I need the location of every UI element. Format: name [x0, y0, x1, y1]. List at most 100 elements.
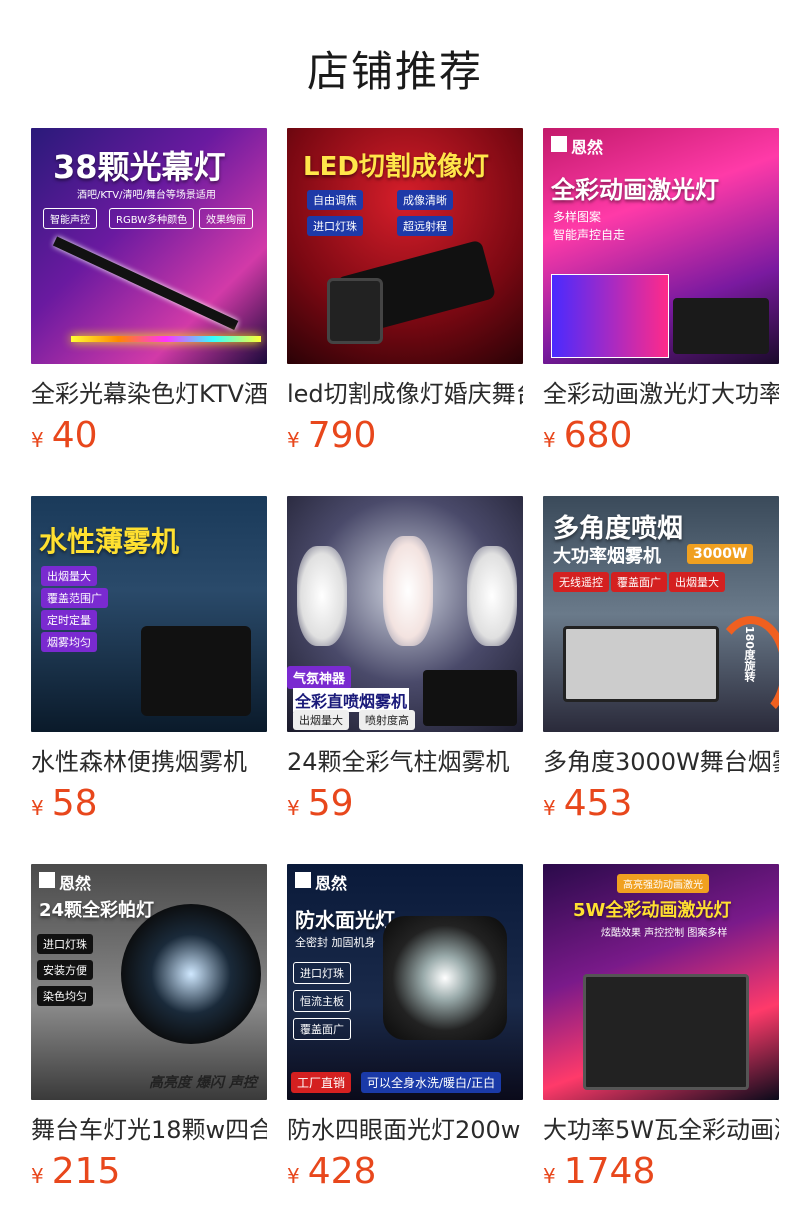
image-headline: 全彩动画激光灯 — [551, 176, 719, 204]
laser-device-icon — [583, 974, 749, 1090]
price-amount: 453 — [563, 783, 633, 824]
image-tag: 覆盖面广 — [611, 572, 667, 592]
product-image[interactable]: 高亮强劲动画激光 5W全彩动画激光灯 炫酷效果 声控控制 图案多样 — [543, 864, 779, 1100]
product-price: ¥58 — [31, 784, 267, 830]
currency-symbol: ¥ — [31, 796, 44, 820]
currency-symbol: ¥ — [287, 796, 300, 820]
product-price: ¥40 — [31, 416, 267, 462]
product-image[interactable]: 38颗光幕灯 酒吧/KTV/清吧/舞台等场景适用 智能声控 RGBW多种颜色 效… — [31, 128, 267, 364]
page-title: 店铺推荐 — [306, 47, 483, 96]
image-headline: 24颗全彩帕灯 — [39, 900, 155, 921]
image-tag: 超远射程 — [397, 216, 453, 236]
fog-machine-icon — [423, 670, 517, 726]
product-card[interactable]: 38颗光幕灯 酒吧/KTV/清吧/舞台等场景适用 智能声控 RGBW多种颜色 效… — [31, 128, 267, 496]
product-card[interactable]: 多角度喷烟 大功率烟雾机 3000W 无线遥控 覆盖面广 出烟量大 180度旋转… — [543, 496, 779, 864]
power-badge: 3000W — [687, 544, 754, 564]
image-tag: RGBW多种颜色 — [109, 208, 195, 229]
currency-symbol: ¥ — [543, 1164, 556, 1188]
image-footer: 高亮度 爆闪 声控 — [149, 1075, 257, 1091]
image-sub: 大功率烟雾机 — [553, 546, 661, 567]
fog-machine-icon — [563, 626, 719, 702]
image-tag: 效果绚丽 — [199, 208, 253, 229]
image-tag: 出烟量大 — [293, 710, 349, 730]
image-tag: 成像清晰 — [397, 190, 453, 210]
product-name[interactable]: 24颗全彩气柱烟雾机 — [287, 746, 523, 778]
brand-logo: 恩然 — [571, 138, 604, 157]
image-top-tag: 高亮强劲动画激光 — [617, 874, 709, 893]
brand-mark-icon — [551, 136, 567, 152]
product-image[interactable]: 恩然 24颗全彩帕灯 进口灯珠 安装方便 染色均匀 高亮度 爆闪 声控 — [31, 864, 267, 1100]
image-label: 气氛神器 — [287, 666, 352, 689]
currency-symbol: ¥ — [543, 796, 556, 820]
product-name[interactable]: 全彩光幕染色灯KTV酒吧 — [31, 378, 267, 410]
smoke-plume — [467, 546, 517, 646]
product-card[interactable]: 气氛神器 全彩直喷烟雾机 出烟量大 喷射度高 24颗全彩气柱烟雾机 ¥59 — [287, 496, 523, 864]
currency-symbol: ¥ — [543, 428, 556, 452]
image-tag: 无线遥控 — [553, 572, 609, 592]
laser-device-icon — [673, 298, 769, 354]
product-name[interactable]: 防水四眼面光灯200w — [287, 1114, 523, 1146]
product-image[interactable]: 恩然 防水面光灯 全密封 加固机身 进口灯珠 恒流主板 覆盖面广 工厂直销 可以… — [287, 864, 523, 1100]
product-name[interactable]: led切割成像灯婚庆舞台 — [287, 378, 523, 410]
image-tag: 喷射度高 — [359, 710, 415, 730]
smoke-plume — [383, 536, 433, 646]
image-headline: LED切割成像灯 — [303, 152, 489, 182]
product-image[interactable]: 水性薄雾机 出烟量大 覆盖范围广 定时定量 烟雾均匀 — [31, 496, 267, 732]
image-tag: 覆盖面广 — [293, 1018, 351, 1040]
image-sub: 多样图案 — [553, 210, 602, 224]
image-tag: 烟雾均匀 — [41, 632, 97, 652]
price-amount: 680 — [563, 415, 633, 456]
image-tag: 智能声控 — [43, 208, 97, 229]
product-image[interactable]: 多角度喷烟 大功率烟雾机 3000W 无线遥控 覆盖面广 出烟量大 180度旋转 — [543, 496, 779, 732]
image-sub: 酒吧/KTV/清吧/舞台等场景适用 — [77, 190, 216, 201]
image-tag: 安装方便 — [37, 960, 93, 980]
product-price: ¥453 — [543, 784, 779, 830]
product-image[interactable]: LED切割成像灯 自由调焦 成像清晰 进口灯珠 超远射程 — [287, 128, 523, 364]
image-headline: 5W全彩动画激光灯 — [573, 900, 732, 921]
image-tag: 进口灯珠 — [307, 216, 363, 236]
product-image[interactable]: 恩然 全彩动画激光灯 多样图案 智能声控自走 — [543, 128, 779, 364]
product-image[interactable]: 气氛神器 全彩直喷烟雾机 出烟量大 喷射度高 — [287, 496, 523, 732]
product-card[interactable]: 恩然 防水面光灯 全密封 加固机身 进口灯珠 恒流主板 覆盖面广 工厂直销 可以… — [287, 864, 523, 1232]
price-amount: 428 — [307, 1151, 377, 1192]
image-headline: 多角度喷烟 — [553, 514, 684, 544]
product-price: ¥428 — [287, 1152, 523, 1198]
image-tag: 覆盖范围广 — [41, 588, 108, 608]
price-amount: 215 — [51, 1151, 121, 1192]
currency-symbol: ¥ — [31, 428, 44, 452]
lens-icon — [327, 278, 383, 344]
fog-machine-icon — [141, 626, 251, 716]
light-bar-icon — [52, 236, 239, 331]
image-tag: 出烟量大 — [41, 566, 97, 586]
image-tag: 染色均匀 — [37, 986, 93, 1006]
product-card[interactable]: 恩然 全彩动画激光灯 多样图案 智能声控自走 全彩动画激光灯大功率 ¥680 — [543, 128, 779, 496]
price-amount: 59 — [307, 783, 354, 824]
product-name[interactable]: 大功率5W瓦全彩动画激光灯 — [543, 1114, 779, 1146]
product-card[interactable]: 高亮强劲动画激光 5W全彩动画激光灯 炫酷效果 声控控制 图案多样 大功率5W瓦… — [543, 864, 779, 1232]
image-sub: 智能声控自走 — [553, 228, 626, 242]
image-tag: 自由调焦 — [307, 190, 363, 210]
product-card[interactable]: LED切割成像灯 自由调焦 成像清晰 进口灯珠 超远射程 led切割成像灯婚庆舞… — [287, 128, 523, 496]
image-tag: 恒流主板 — [293, 990, 351, 1012]
image-headline: 水性薄雾机 — [39, 525, 180, 558]
product-name[interactable]: 舞台车灯光18颗w四合一 — [31, 1114, 267, 1146]
image-tag: 进口灯珠 — [37, 934, 93, 954]
product-price: ¥680 — [543, 416, 779, 462]
rotate-label: 180度旋转 — [743, 626, 756, 682]
product-name[interactable]: 多角度3000W舞台烟雾机 — [543, 746, 779, 778]
currency-symbol: ¥ — [287, 428, 300, 452]
price-amount: 1748 — [563, 1151, 656, 1192]
price-amount: 58 — [51, 783, 98, 824]
product-card[interactable]: 恩然 24颗全彩帕灯 进口灯珠 安装方便 染色均匀 高亮度 爆闪 声控 舞台车灯… — [31, 864, 267, 1232]
image-headline: 38颗光幕灯 — [53, 148, 226, 186]
product-name[interactable]: 水性森林便携烟雾机 — [31, 746, 267, 778]
par-light-icon — [121, 904, 261, 1044]
image-sub: 全密封 加固机身 — [295, 936, 376, 949]
image-headline: 全彩直喷烟雾机 — [293, 688, 410, 712]
header: 店铺推荐 — [0, 0, 790, 128]
product-price: ¥790 — [287, 416, 523, 462]
product-name[interactable]: 全彩动画激光灯大功率 — [543, 378, 779, 410]
product-card[interactable]: 水性薄雾机 出烟量大 覆盖范围广 定时定量 烟雾均匀 水性森林便携烟雾机 ¥58 — [31, 496, 267, 864]
image-sub: 炫酷效果 声控控制 图案多样 — [601, 928, 728, 939]
product-grid: 38颗光幕灯 酒吧/KTV/清吧/舞台等场景适用 智能声控 RGBW多种颜色 效… — [31, 128, 790, 1232]
